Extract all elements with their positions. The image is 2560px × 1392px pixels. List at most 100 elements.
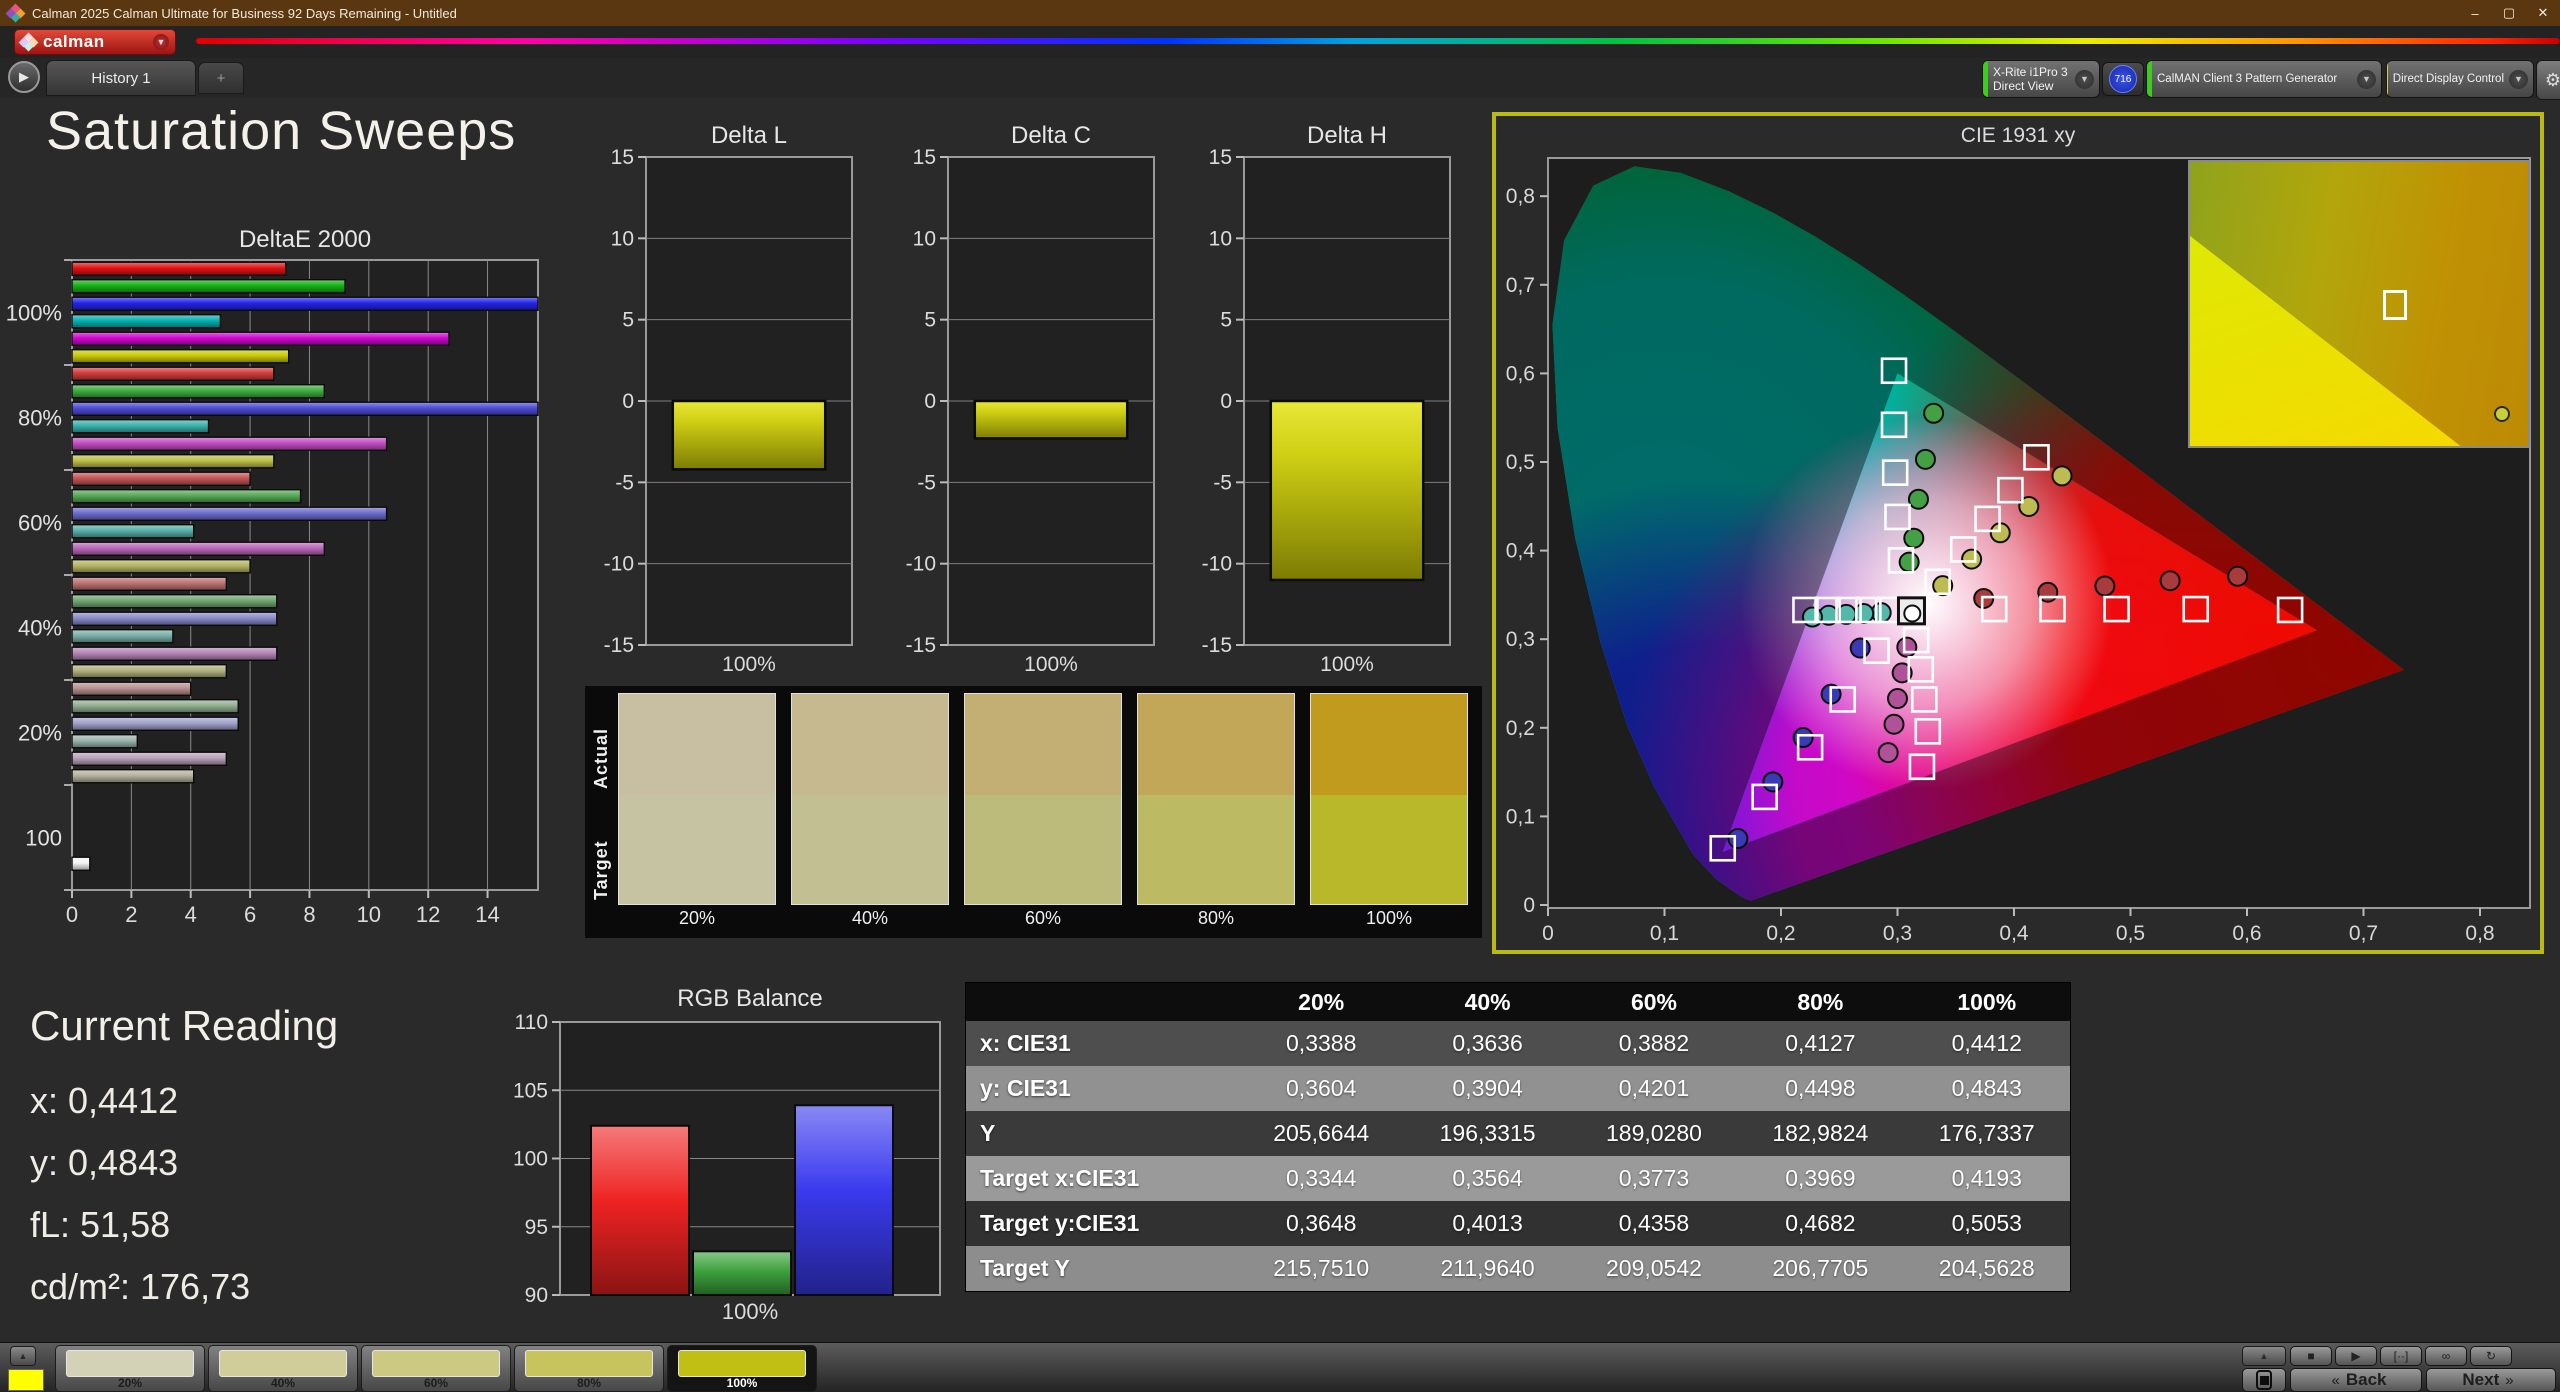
chevron-down-icon: ▼ — [2075, 69, 2094, 89]
maximize-button[interactable]: ▢ — [2492, 0, 2526, 26]
pattern-button-100%[interactable]: 100% — [667, 1345, 817, 1392]
svg-text:0,3: 0,3 — [1883, 922, 1912, 945]
svg-text:-10: -10 — [604, 553, 634, 576]
svg-text:5: 5 — [924, 309, 936, 332]
table-value-cell: 182,9824 — [1737, 1111, 1904, 1156]
svg-text:0: 0 — [1220, 390, 1232, 413]
transport-loop-infinite-icon[interactable]: ∞ — [2425, 1346, 2467, 1366]
svg-text:-15: -15 — [1202, 634, 1232, 657]
pattern-toolbar: ▲ 20% 40% 60% 80% 100% ▲ ■ ▶ [··] ∞ ↻ « Back Nex… — [0, 1342, 2560, 1392]
transport-play-icon[interactable]: ▶ — [2335, 1346, 2377, 1366]
current-reading-y: y: 0,4843 — [30, 1142, 179, 1183]
table-row-label: Target Y — [966, 1246, 1238, 1291]
display-control-dropdown[interactable]: Direct Display Control ▼ — [2386, 60, 2534, 98]
pattern-button-20%[interactable]: 20% — [55, 1345, 205, 1392]
pattern-generator-dropdown[interactable]: CalMAN Client 3 Pattern Generator ▼ — [2146, 60, 2382, 98]
pattern-button-40%[interactable]: 40% — [208, 1345, 358, 1392]
table-value-cell: 0,3344 — [1238, 1156, 1405, 1201]
table-value-cell: 0,4843 — [1903, 1066, 2070, 1111]
current-reading-title: Current Reading — [30, 1002, 339, 1049]
chevron-down-icon: ▼ — [153, 34, 169, 50]
svg-text:100: 100 — [513, 1148, 548, 1171]
svg-text:0: 0 — [1523, 894, 1535, 917]
svg-text:0,1: 0,1 — [1650, 922, 1679, 945]
table-column-header: 40% — [1404, 983, 1571, 1021]
svg-text:15: 15 — [913, 146, 936, 169]
table-row-label: y: CIE31 — [966, 1066, 1238, 1111]
meter-counter-badge[interactable]: 716 — [2102, 62, 2144, 96]
tab-history-1[interactable]: History 1 — [46, 60, 196, 96]
table-column-header: 20% — [1238, 983, 1405, 1021]
swatch-actual — [792, 694, 948, 795]
chevron-down-icon: ▼ — [2357, 69, 2376, 89]
svg-text:-10: -10 — [1202, 553, 1232, 576]
table-value-cell: 0,4358 — [1570, 1201, 1738, 1246]
add-tab-button[interactable]: + — [198, 62, 244, 94]
svg-text:110: 110 — [515, 1011, 548, 1034]
deltae-2000-chart: 0 2 4 6 8 10 12 14 DeltaE 2000 100% 80% 60% 40% 20% 10… — [6, 226, 539, 927]
close-button[interactable]: ✕ — [2526, 0, 2560, 26]
swatch-actual — [965, 694, 1121, 795]
measurement-table: 20% 40% 60% 80% 100% x: CIE31 0,3388 0,3636 0,38… — [966, 983, 2070, 1291]
actual-target-swatch-strip: Actual Target 20% 40% 60% 80% 100% — [585, 686, 1482, 938]
pattern-label: 100% — [726, 1376, 758, 1390]
meter-label: X-Rite i1Pro 3 Direct View — [1993, 65, 2068, 93]
svg-text:10: 10 — [611, 227, 634, 250]
title-bar: Calman 2025 Calman Ultimate for Business… — [0, 0, 2560, 26]
swatch-target — [1138, 794, 1294, 904]
table-value-cell: 196,3315 — [1404, 1111, 1571, 1156]
svg-text:0,1: 0,1 — [1506, 805, 1535, 828]
next-button[interactable]: Next » — [2426, 1368, 2556, 1392]
svg-text:100: 100 — [25, 826, 62, 851]
svg-text:95: 95 — [525, 1216, 548, 1239]
svg-text:0,4: 0,4 — [1999, 922, 2029, 945]
table-value-cell: 0,4412 — [1903, 1021, 2070, 1066]
current-pattern-swatch — [8, 1369, 44, 1391]
transport-refresh-icon[interactable]: ↻ — [2470, 1346, 2512, 1366]
svg-text:0: 0 — [622, 390, 634, 413]
pattern-expand-arrow-icon[interactable]: ▲ — [10, 1346, 36, 1366]
calman-menu-button[interactable]: calman ▼ — [14, 29, 176, 55]
table-value-cell: 211,9640 — [1404, 1246, 1571, 1291]
table-value-cell: 0,3636 — [1404, 1021, 1571, 1066]
table-value-cell: 0,3604 — [1238, 1066, 1405, 1111]
table-value-cell: 0,4201 — [1570, 1066, 1738, 1111]
transport-expand-arrow-icon[interactable]: ▲ — [2242, 1346, 2286, 1366]
cie-zoom-inset — [2188, 160, 2530, 448]
pattern-button-60%[interactable]: 60% — [361, 1345, 511, 1392]
pattern-button-80%[interactable]: 80% — [514, 1345, 664, 1392]
transport-pattern-window-icon[interactable]: [··] — [2380, 1346, 2422, 1366]
table-value-cell: 0,3564 — [1404, 1156, 1571, 1201]
session-play-icon[interactable]: ▶ — [8, 61, 40, 93]
display-control-label: Direct Display Control — [2392, 73, 2504, 85]
table-value-cell: 0,4498 — [1737, 1066, 1904, 1111]
table-value-cell: 204,5628 — [1903, 1246, 2070, 1291]
svg-text:0,6: 0,6 — [2232, 922, 2261, 945]
pattern-window-button[interactable] — [2242, 1368, 2286, 1392]
table-value-cell: 0,5053 — [1903, 1201, 2070, 1246]
meter-dropdown[interactable]: X-Rite i1Pro 3 Direct View ▼ — [1982, 60, 2100, 98]
swatch-actual — [1311, 694, 1467, 795]
cie-inset-gamut-edge — [2190, 235, 2461, 446]
back-button[interactable]: « Back — [2290, 1368, 2422, 1392]
svg-text:0,8: 0,8 — [1506, 185, 1535, 208]
cie-1931-panel[interactable]: CIE 1931 xy 0 0,1 0,2 0,3 0,4 0,5 0,6 0,7 0,8 0 0,… — [1492, 112, 2544, 954]
svg-text:100%: 100% — [722, 1299, 778, 1322]
svg-text:0,2: 0,2 — [1506, 717, 1535, 740]
pattern-label: 40% — [270, 1376, 296, 1390]
pattern-window-icon — [2256, 1370, 2272, 1390]
table-row-label: x: CIE31 — [966, 1021, 1238, 1066]
swatch-target — [619, 794, 775, 904]
settings-gear-icon[interactable]: ⚙ — [2536, 60, 2560, 100]
transport-stop-icon[interactable]: ■ — [2290, 1346, 2332, 1366]
minimize-button[interactable]: – — [2458, 0, 2492, 26]
calman-brand-label: calman — [43, 32, 105, 51]
swatch-actual — [619, 694, 775, 795]
svg-text:-15: -15 — [906, 634, 936, 657]
pattern-swatch — [678, 1350, 806, 1377]
swatch-target — [792, 794, 948, 904]
swatch-label: 100% — [1365, 908, 1413, 928]
svg-text:100%: 100% — [6, 301, 62, 326]
table-value-cell: 0,4127 — [1737, 1021, 1904, 1066]
table-row-label: Target x:CIE31 — [966, 1156, 1238, 1201]
